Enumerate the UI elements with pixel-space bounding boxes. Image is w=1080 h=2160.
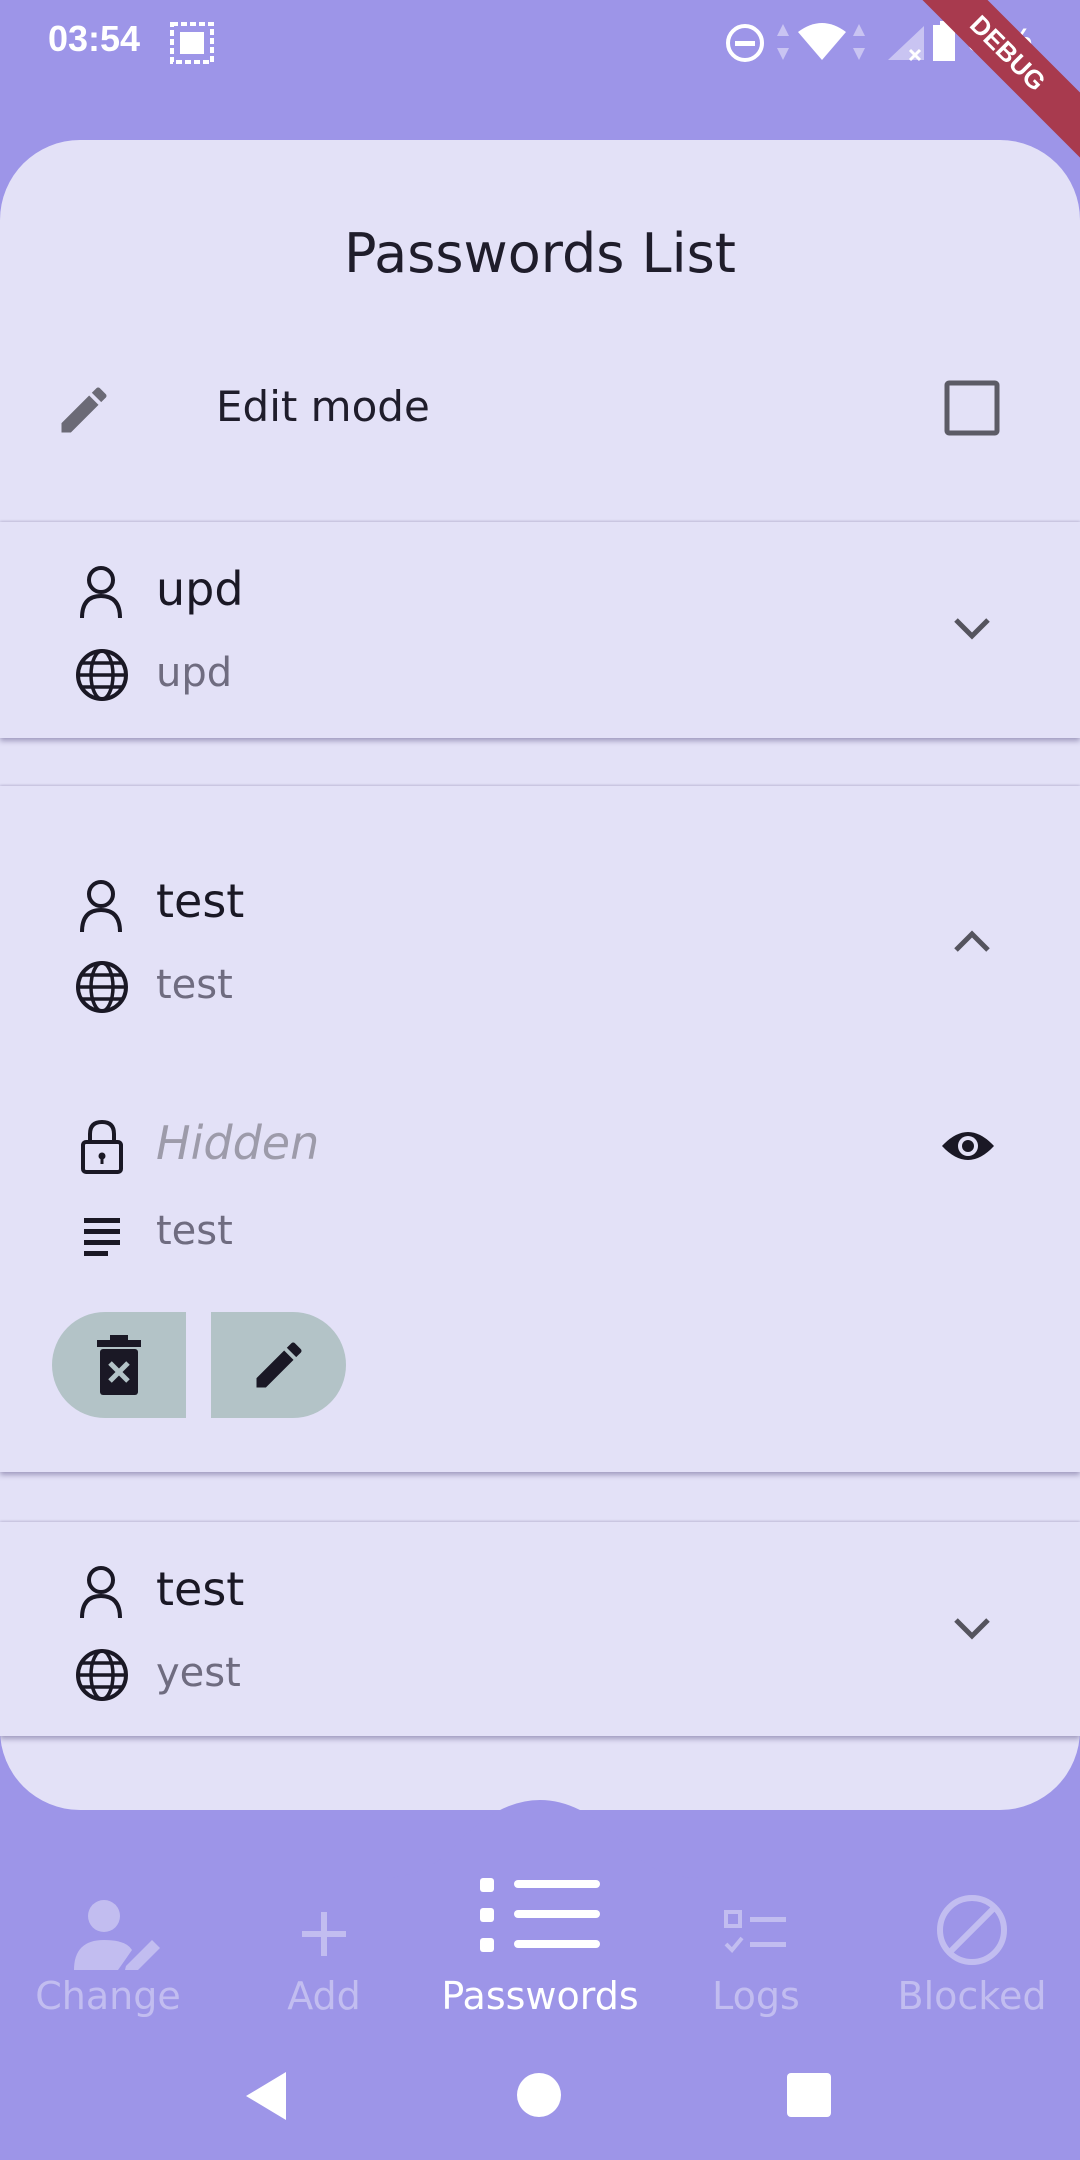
checklist-icon	[724, 1910, 786, 1953]
user-icon	[80, 880, 122, 933]
nav-label: Logs	[712, 1974, 800, 2018]
data-arrows-icon	[777, 24, 789, 60]
notes-icon	[84, 1218, 120, 1256]
edit-mode-checkbox[interactable]	[944, 380, 1000, 436]
status-time: 03:54	[48, 18, 141, 59]
entry-site: yest	[156, 1650, 241, 1696]
edit-mode-label: Edit mode	[216, 382, 430, 431]
wifi-arrows-icon	[853, 24, 865, 60]
entry-site: upd	[156, 650, 233, 696]
system-nav-bar	[0, 2040, 1080, 2150]
chevron-up-icon[interactable]	[950, 926, 994, 956]
page-title: Passwords List	[344, 222, 736, 285]
edit-entry-button[interactable]	[211, 1312, 346, 1418]
nav-passwords[interactable]: Passwords	[432, 1878, 648, 2026]
pencil-icon	[61, 387, 107, 433]
back-icon[interactable]	[244, 2070, 288, 2122]
entry-username: test	[156, 874, 245, 928]
plus-icon	[302, 1912, 346, 1956]
nav-label: Passwords	[441, 1974, 639, 2018]
nav-logs[interactable]: Logs	[648, 1878, 864, 2026]
eye-icon[interactable]	[940, 1126, 996, 1166]
password-hidden-text: Hidden	[156, 1116, 320, 1170]
nav-add[interactable]: Add	[216, 1878, 432, 2026]
do-not-disturb-icon	[726, 24, 764, 62]
recents-icon[interactable]	[786, 2072, 832, 2118]
cell-signal-icon	[888, 26, 924, 62]
chevron-down-icon[interactable]	[950, 614, 994, 644]
person-edit-icon	[74, 1900, 160, 1970]
user-icon	[80, 1566, 122, 1619]
lock-icon	[81, 1119, 123, 1174]
nav-blocked[interactable]: Blocked	[864, 1878, 1080, 2026]
bottom-nav: Change Add Passwords Logs Blocked	[0, 1878, 1080, 2026]
globe-icon	[76, 1649, 128, 1701]
pencil-icon	[256, 1342, 302, 1388]
user-icon	[80, 566, 122, 619]
nav-change[interactable]: Change	[0, 1878, 216, 2026]
delete-button[interactable]	[52, 1312, 186, 1418]
globe-icon	[76, 961, 128, 1013]
list-icon	[480, 1878, 600, 1952]
nav-label: Add	[287, 1974, 361, 2018]
nav-label: Blocked	[897, 1974, 1047, 2018]
password-card[interactable]: upd upd	[0, 522, 1080, 738]
app-notification-icon	[170, 22, 214, 64]
nav-notch	[380, 1800, 700, 1890]
status-bar: 03:54 84%	[0, 0, 1080, 84]
entry-note: test	[156, 1208, 233, 1254]
password-card[interactable]: test yest	[0, 1522, 1080, 1736]
edit-mode-row[interactable]: Edit mode	[0, 360, 1080, 460]
home-icon[interactable]	[516, 2072, 562, 2118]
wifi-icon	[798, 23, 846, 60]
delete-icon	[97, 1335, 141, 1395]
nav-label: Change	[35, 1974, 181, 2018]
entry-username: test	[156, 1562, 245, 1616]
chevron-down-icon[interactable]	[950, 1614, 994, 1644]
block-icon	[937, 1895, 1007, 1965]
entry-username: upd	[156, 562, 244, 616]
globe-icon	[76, 649, 128, 701]
entry-site: test	[156, 962, 233, 1008]
